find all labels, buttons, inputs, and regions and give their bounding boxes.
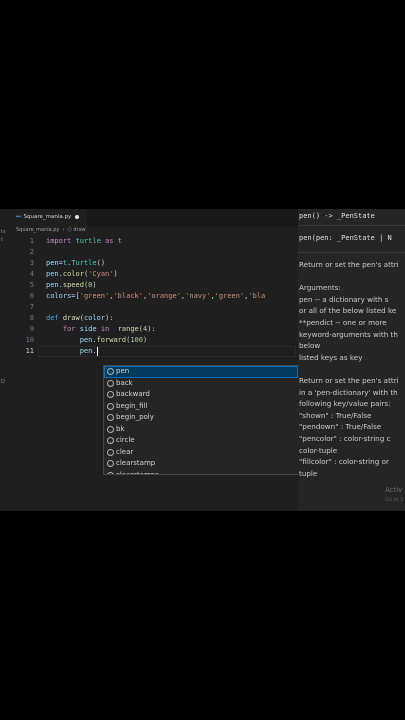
code-editor: ⊷ Square_mania.py Square_mania.py › ⬡ draw … (0, 209, 405, 511)
doc-line: in a 'pen-dictionary' with th (299, 387, 398, 397)
code-line: 9 for side in range(4): (0, 324, 298, 335)
doc-line: listed keys as key (299, 352, 363, 362)
code-text: import turtle as t (46, 237, 122, 245)
line-number: 3 (29, 259, 34, 267)
method-icon: ◦ (107, 391, 114, 399)
code-text: pen=t.Turtle() (46, 259, 106, 267)
activate-watermark-sub: Go to S (385, 497, 404, 503)
suggestion-item[interactable]: ◦ backward (104, 389, 298, 401)
doc-line: keyword-arguments with th (299, 329, 398, 339)
doc-line: following key/value pairs: (299, 399, 391, 409)
doc-line: Arguments: (299, 283, 341, 293)
python-file-icon: ⊷ (16, 214, 22, 220)
code-line: 2 (0, 247, 298, 258)
code-text: def draw(color): (46, 314, 114, 322)
autocomplete-dropdown[interactable]: ◦ pen ◦ back ◦ backward ◦ begin_fill ◦ begin_… (103, 365, 299, 475)
doc-line: Return or set the pen's attri (299, 260, 399, 269)
method-icon: ◦ (107, 471, 114, 474)
signature-line: pen(pen: _PenState | N (299, 234, 392, 242)
method-icon: ◦ (107, 379, 114, 387)
code-text: colors=['green','black','orange','navy',… (46, 292, 266, 300)
method-icon: ◦ (107, 448, 114, 456)
breadcrumb: Square_mania.py › ⬡ draw (16, 227, 86, 233)
doc-line: "fillcolor" : color-string or (299, 457, 389, 467)
unsaved-dot-icon[interactable] (75, 214, 80, 219)
code-line: 4 pen.color('Cyan') (0, 269, 298, 280)
line-number: 11 (25, 347, 34, 355)
doc-line: tuple (299, 468, 318, 478)
doc-line: "pencolor" : color-string c (299, 434, 391, 443)
doc-line: "pendown" : True/False (299, 422, 382, 432)
function-symbol-icon: ⬡ (67, 227, 72, 233)
method-icon: ◦ (107, 414, 114, 422)
method-icon: ◦ (107, 425, 114, 433)
method-icon: ◦ (107, 402, 114, 410)
doc-line: "shown" : True/False (299, 410, 372, 420)
code-text: pen.speed(0) (46, 281, 97, 289)
breadcrumb-file[interactable]: Square_mania.py (16, 227, 59, 233)
method-icon: ◦ (107, 460, 114, 468)
code-line: 6 colors=['green','black','orange','navy'… (0, 291, 298, 302)
divider (298, 252, 405, 253)
suggestion-item[interactable]: ◦ back (104, 378, 298, 390)
code-line: 10 pen.forward(100) (0, 335, 298, 346)
suggestion-item[interactable]: ◦ pen (104, 366, 298, 378)
suggestion-item[interactable]: ◦ clearstamp (104, 458, 298, 470)
suggestion-item[interactable]: ◦clearstamps (104, 470, 298, 474)
divider (298, 225, 405, 226)
doc-line: **pendict -- one or more (299, 318, 387, 327)
doc-line: Return or set the pen's attri (299, 376, 399, 385)
editor-tab[interactable]: ⊷ Square_mania.py (0, 209, 88, 226)
code-line: 7 (0, 302, 298, 313)
activate-watermark: Activ (385, 486, 403, 494)
suggestion-item[interactable]: ◦ begin_poly (104, 412, 298, 424)
doc-line: color-tuple (299, 445, 338, 455)
gutter-mark: ts (1, 229, 6, 235)
line-number: 4 (29, 270, 34, 278)
code-text: for side in range(4): (62, 325, 156, 333)
hover-documentation-panel: pen() -> _PenState pen(pen: _PenState | … (298, 209, 405, 511)
doc-line: below (299, 341, 321, 351)
line-number: 10 (25, 336, 34, 344)
code-line: 5 pen.speed(0) (0, 280, 298, 291)
method-icon: ◦ (107, 437, 114, 445)
suggestion-item[interactable]: ◦ begin_fill (104, 401, 298, 413)
suggestion-item[interactable]: ◦ circle (104, 435, 298, 447)
line-number: 8 (29, 314, 34, 322)
code-line: 8 def draw(color): (0, 313, 298, 324)
line-number: 1 (29, 237, 34, 245)
text-cursor (96, 346, 98, 356)
code-line: 3 pen=t.Turtle() (0, 258, 298, 269)
code-line-current[interactable]: 11 pen. (0, 346, 298, 357)
tab-filename: Square_mania.py (23, 214, 72, 220)
code-text: pen. (79, 346, 98, 356)
line-number: 6 (29, 292, 34, 300)
code-line: 1 import turtle as t (0, 236, 298, 247)
breadcrumb-separator: › (62, 227, 65, 233)
gutter-mark: D (1, 379, 5, 385)
signature-line: pen() -> _PenState (299, 212, 375, 220)
line-number: 9 (29, 325, 34, 333)
doc-line: or all of the below listed ke (299, 306, 397, 316)
line-number: 7 (29, 303, 34, 311)
line-number: 5 (29, 281, 34, 289)
breadcrumb-symbol[interactable]: draw (73, 227, 85, 233)
code-text: pen.color('Cyan') (46, 270, 118, 278)
doc-line: pen -- a dictionary with s (299, 294, 389, 304)
line-number: 2 (29, 248, 34, 256)
suggestion-item[interactable]: ◦ bk (104, 424, 298, 436)
suggestion-item[interactable]: ◦ clear (104, 447, 298, 459)
variable-icon: ◦ (107, 368, 114, 376)
tab-bar: ⊷ Square_mania.py (0, 209, 298, 226)
code-text: pen.forward(100) (79, 336, 148, 344)
